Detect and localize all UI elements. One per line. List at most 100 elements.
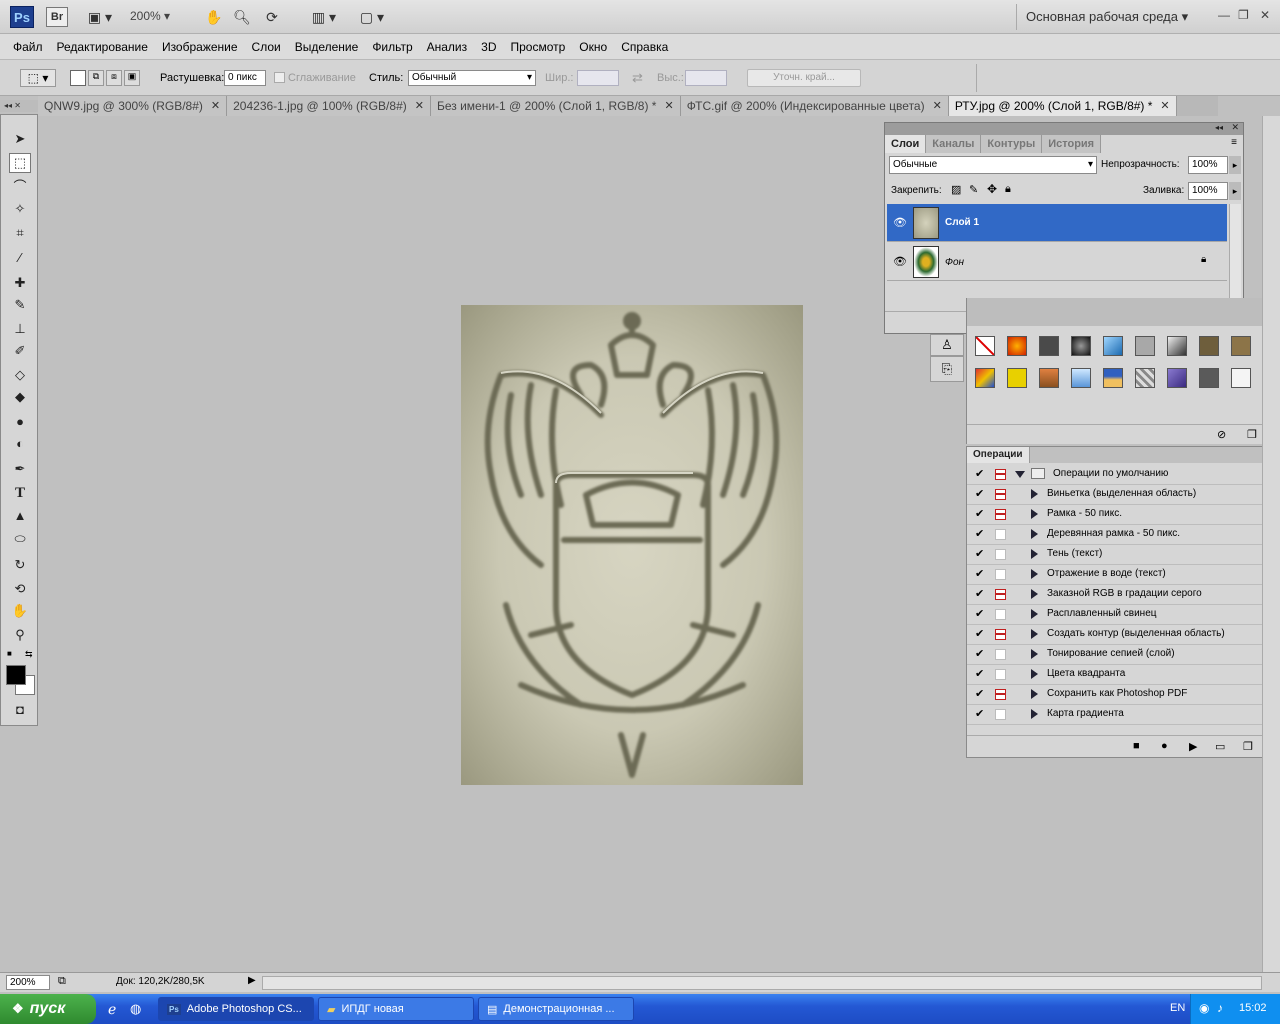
- tab-channels[interactable]: Каналы: [926, 135, 982, 153]
- new-set-icon[interactable]: ▭: [1215, 740, 1225, 753]
- style-select[interactable]: Обычный ▾: [408, 70, 536, 86]
- panel-menu-icon[interactable]: ≡: [1231, 137, 1237, 148]
- tab-history[interactable]: История: [1042, 135, 1102, 153]
- style-swatch[interactable]: [1231, 336, 1251, 356]
- menu-image[interactable]: Изображение: [155, 40, 245, 54]
- dialog-toggle-icon[interactable]: [995, 469, 1006, 480]
- screen-mode-icon[interactable]: ▢ ▾: [354, 8, 390, 26]
- action-item[interactable]: ✔ Карта градиента: [967, 705, 1280, 725]
- start-button[interactable]: ❖ пуск: [0, 994, 96, 1024]
- collapse-panel-icon[interactable]: ◂◂: [1215, 123, 1223, 132]
- action-item[interactable]: ✔ Рамка - 50 пикс.: [967, 505, 1280, 525]
- blend-mode-select[interactable]: Обычные ▾: [889, 156, 1097, 174]
- expand-arrow-icon[interactable]: [1031, 569, 1038, 579]
- expand-arrow-icon[interactable]: [1031, 709, 1038, 719]
- 3d-panel-icon[interactable]: ♙: [930, 334, 964, 356]
- style-swatch[interactable]: [1199, 336, 1219, 356]
- clone-stamp-icon[interactable]: ⊥: [9, 319, 31, 339]
- zoom-level-select[interactable]: 200% ▾: [130, 9, 170, 23]
- network-icon[interactable]: ◉: [1199, 1001, 1209, 1015]
- action-toggle-checkbox[interactable]: ✔: [975, 629, 986, 640]
- magic-wand-icon[interactable]: ✧: [9, 199, 31, 219]
- action-item[interactable]: ✔ Создать контур (выделенная область): [967, 625, 1280, 645]
- style-swatch[interactable]: [1071, 368, 1091, 388]
- minimize-icon[interactable]: —: [1218, 8, 1230, 22]
- healing-brush-icon[interactable]: ✚: [9, 273, 31, 293]
- close-tab-icon[interactable]: ✕: [415, 96, 424, 116]
- marquee-tool-icon[interactable]: ⬚: [9, 153, 31, 173]
- tab-rtu-jpg[interactable]: РТУ.jpg @ 200% (Слой 1, RGB/8#) * ✕: [948, 96, 1177, 116]
- style-swatch[interactable]: [1167, 368, 1187, 388]
- close-tab-icon[interactable]: ✕: [933, 96, 942, 116]
- eyedropper-icon[interactable]: ⁄: [9, 247, 31, 267]
- dialog-toggle-icon[interactable]: [995, 569, 1006, 580]
- close-tab-icon[interactable]: ✕: [1160, 96, 1169, 116]
- antialias-checkbox[interactable]: [274, 72, 285, 83]
- action-item[interactable]: ✔ Деревянная рамка - 50 пикс.: [967, 525, 1280, 545]
- fill-input[interactable]: 100%: [1188, 182, 1228, 200]
- foreground-color-swatch[interactable]: [6, 665, 26, 685]
- panel-header[interactable]: ◂◂ ✕: [885, 122, 1243, 135]
- action-set-default[interactable]: ✔ Операции по умолчанию: [967, 465, 1280, 485]
- expand-arrow-icon[interactable]: [1031, 609, 1038, 619]
- style-swatch[interactable]: [1039, 336, 1059, 356]
- style-swatch[interactable]: [1103, 368, 1123, 388]
- menu-help[interactable]: Справка: [614, 40, 675, 54]
- action-item[interactable]: ✔ Тень (текст): [967, 545, 1280, 565]
- layer-row-background[interactable]: 👁︎ Фон 🔒︎: [887, 243, 1227, 281]
- visibility-eye-icon[interactable]: 👁︎: [893, 255, 907, 268]
- close-panel-icon[interactable]: ✕: [1231, 122, 1239, 133]
- toolbox-header[interactable]: ◂◂ ✕: [0, 100, 38, 112]
- tab-qnw9[interactable]: QNW9.jpg @ 300% (RGB/8#) ✕: [38, 96, 228, 116]
- action-toggle-checkbox[interactable]: ✔: [975, 549, 986, 560]
- lock-pixels-icon[interactable]: ✎: [969, 183, 978, 196]
- close-icon[interactable]: ✕: [1260, 8, 1270, 22]
- action-item[interactable]: ✔ Заказной RGB в градации серого: [967, 585, 1280, 605]
- path-selection-icon[interactable]: ▲: [9, 505, 31, 525]
- action-item[interactable]: ✔ Тонирование сепией (слой): [967, 645, 1280, 665]
- dialog-toggle-icon[interactable]: [995, 669, 1006, 680]
- action-item[interactable]: ✔ Отражение в воде (текст): [967, 565, 1280, 585]
- clone-source-icon[interactable]: ⎘: [930, 356, 964, 382]
- zoom-tool-icon[interactable]: ⚲: [9, 625, 31, 645]
- dialog-toggle-icon[interactable]: [995, 649, 1006, 660]
- crop-tool-icon[interactable]: ⌗: [9, 223, 31, 243]
- tab-untitled-1[interactable]: Без имени-1 @ 200% (Слой 1, RGB/8) * ✕: [430, 96, 681, 116]
- lasso-tool-icon[interactable]: ⌒: [9, 175, 31, 195]
- menu-analysis[interactable]: Анализ: [420, 40, 475, 54]
- record-icon[interactable]: ●: [1161, 740, 1168, 752]
- lock-position-icon[interactable]: ✥: [987, 182, 997, 196]
- action-toggle-checkbox[interactable]: ✔: [975, 609, 986, 620]
- style-swatch[interactable]: [1007, 336, 1027, 356]
- style-swatch[interactable]: [1231, 368, 1251, 388]
- style-swatch[interactable]: [1103, 336, 1123, 356]
- style-swatch[interactable]: [1039, 368, 1059, 388]
- expand-arrow-icon[interactable]: [1031, 589, 1038, 599]
- style-swatch[interactable]: [1071, 336, 1091, 356]
- play-icon[interactable]: ▶: [1189, 740, 1197, 753]
- fill-slider-icon[interactable]: ▸: [1229, 182, 1241, 200]
- layer-row-layer1[interactable]: 👁︎ Слой 1: [887, 204, 1227, 242]
- close-tab-icon[interactable]: ✕: [211, 96, 220, 116]
- brush-tool-icon[interactable]: ✎: [9, 295, 31, 315]
- action-toggle-checkbox[interactable]: ✔: [975, 469, 986, 480]
- horizontal-scrollbar[interactable]: [262, 976, 1262, 990]
- action-item[interactable]: ✔ Расплавленный свинец: [967, 605, 1280, 625]
- mini-bridge-icon[interactable]: ▣ ▾: [82, 8, 118, 26]
- quick-launch-icon[interactable]: ◍: [130, 1001, 141, 1017]
- expand-arrow-icon[interactable]: [1031, 529, 1038, 539]
- action-toggle-checkbox[interactable]: ✔: [975, 489, 986, 500]
- feather-input[interactable]: 0 пикс: [224, 70, 266, 86]
- status-zoom-input[interactable]: 200%: [6, 975, 50, 990]
- action-toggle-checkbox[interactable]: ✔: [975, 569, 986, 580]
- bridge-button[interactable]: Br: [46, 7, 68, 27]
- taskbar-document[interactable]: ▤ Демонстрационная ...: [478, 997, 634, 1021]
- hand-tool-icon[interactable]: ✋: [9, 601, 31, 621]
- menu-edit[interactable]: Редактирование: [50, 40, 155, 54]
- expand-arrow-icon[interactable]: [1031, 489, 1038, 499]
- style-none-swatch[interactable]: [975, 336, 995, 356]
- taskbar-photoshop[interactable]: Ps Adobe Photoshop CS...: [158, 997, 314, 1021]
- dialog-toggle-icon[interactable]: [995, 609, 1006, 620]
- workspace-switcher[interactable]: Основная рабочая среда ▾: [1026, 9, 1188, 25]
- expand-arrow-icon[interactable]: [1031, 549, 1038, 559]
